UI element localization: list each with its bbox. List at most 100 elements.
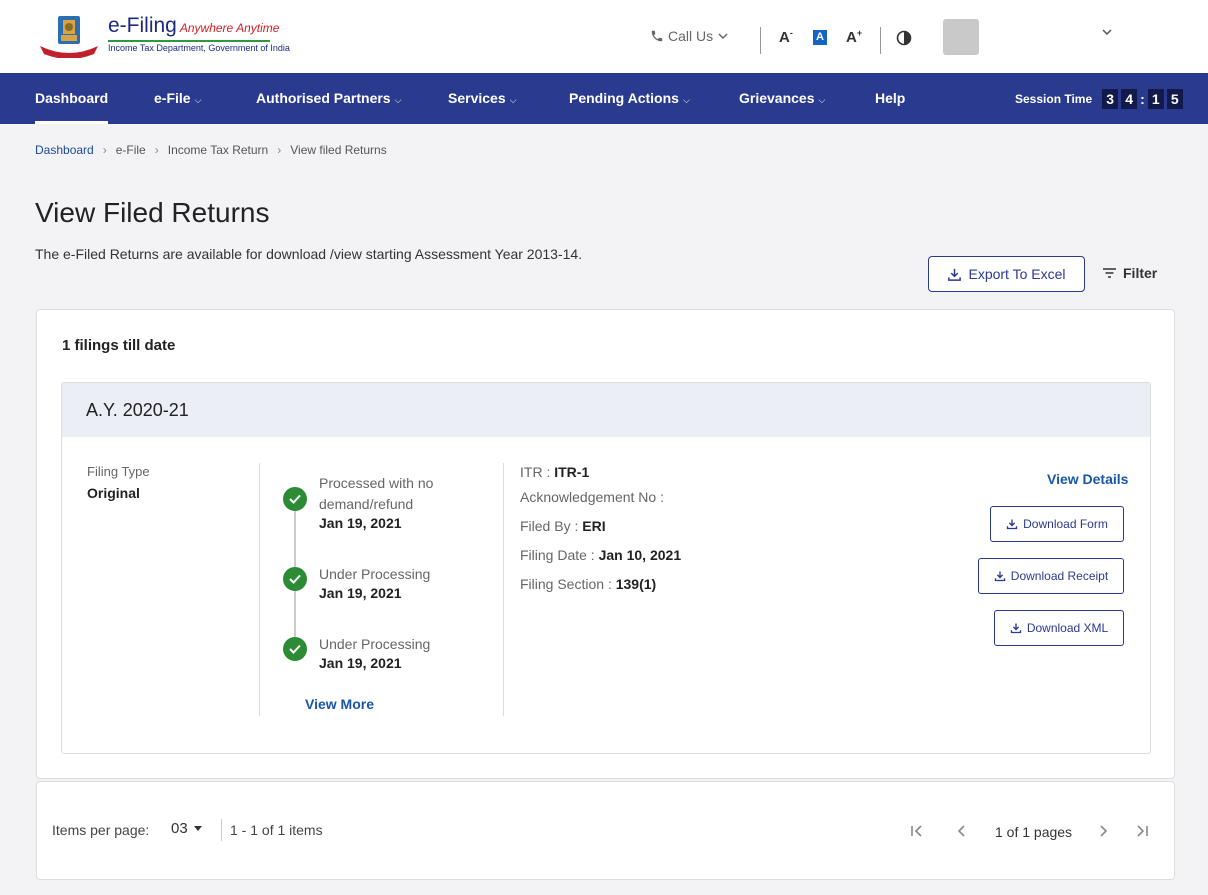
filing-type-value: Original bbox=[87, 485, 140, 501]
last-page-icon[interactable] bbox=[1133, 822, 1151, 840]
filed-by-label: Filed By : bbox=[520, 518, 579, 534]
nav-authorised-partners[interactable]: Authorised Partners ⌵ bbox=[256, 73, 401, 124]
chevron-down-icon[interactable] bbox=[1100, 25, 1114, 39]
department-name: Income Tax Department, Government of Ind… bbox=[108, 43, 290, 53]
nav-authorised-partners-label: Authorised Partners bbox=[256, 90, 391, 106]
download-receipt-button[interactable]: Download Receipt bbox=[978, 558, 1124, 594]
breadcrumb-income-tax-return[interactable]: Income Tax Return bbox=[168, 143, 269, 157]
contrast-icon[interactable] bbox=[896, 30, 912, 46]
download-xml-button[interactable]: Download XML bbox=[994, 610, 1124, 646]
font-increase-label: A bbox=[846, 29, 857, 46]
page-title: View Filed Returns bbox=[35, 197, 270, 228]
download-icon bbox=[1010, 623, 1021, 634]
export-to-excel-button[interactable]: Export To Excel bbox=[928, 256, 1085, 292]
nav-dashboard-label: Dashboard bbox=[35, 90, 109, 106]
nav-grievances-label: Grievances bbox=[739, 90, 815, 106]
filing-section-value: 139(1) bbox=[615, 576, 657, 592]
nav-services-label: Services bbox=[448, 90, 506, 106]
items-per-page-label: Items per page: bbox=[52, 822, 150, 838]
timeline-status: Under Processing bbox=[319, 566, 431, 582]
font-normal-button[interactable]: A bbox=[813, 30, 827, 45]
timeline-date: Jan 19, 2021 bbox=[319, 655, 402, 671]
brand-name: e-Filing Anywhere Anytime bbox=[108, 14, 279, 38]
breadcrumb-dashboard[interactable]: Dashboard bbox=[35, 143, 94, 157]
font-decrease-label: A bbox=[779, 29, 790, 46]
itr-value: ITR-1 bbox=[554, 464, 590, 480]
timeline-status: Under Processing bbox=[319, 636, 431, 652]
nav-help-label: Help bbox=[875, 90, 906, 106]
nav-grievances[interactable]: Grievances ⌵ bbox=[739, 73, 825, 124]
export-label: Export To Excel bbox=[968, 266, 1066, 282]
nav-efile-label: e-File bbox=[154, 90, 191, 106]
first-page-icon[interactable] bbox=[908, 822, 926, 840]
ack-label: Acknowledgement No : bbox=[520, 489, 664, 505]
nav-services[interactable]: Services ⌵ bbox=[448, 73, 516, 124]
nav-efile[interactable]: e-File ⌵ bbox=[154, 73, 201, 124]
breadcrumb-separator: › bbox=[154, 143, 159, 157]
itr-label: ITR : bbox=[520, 464, 551, 480]
avatar[interactable] bbox=[943, 19, 979, 55]
nav-help[interactable]: Help bbox=[875, 73, 905, 124]
filter-icon bbox=[1103, 268, 1116, 278]
filing-section-info: Filing Section : 139(1) bbox=[520, 576, 656, 592]
session-digit: 5 bbox=[1166, 89, 1183, 109]
pages-indicator: 1 of 1 pages bbox=[995, 824, 1073, 840]
filing-header: A.Y. 2020-21 bbox=[62, 383, 1150, 437]
download-receipt-label: Download Receipt bbox=[1010, 569, 1109, 583]
font-normal-label: A bbox=[816, 31, 824, 43]
filing-date-label: Filing Date : bbox=[520, 547, 595, 563]
breadcrumb-efile[interactable]: e-File bbox=[116, 143, 146, 157]
filter-button[interactable]: Filter bbox=[1102, 265, 1157, 281]
logo-rule bbox=[108, 40, 270, 42]
filed-by-info: Filed By : ERI bbox=[520, 518, 606, 534]
download-form-button[interactable]: Download Form bbox=[990, 506, 1124, 542]
next-page-icon[interactable] bbox=[1094, 822, 1112, 840]
breadcrumb-current: View filed Returns bbox=[290, 143, 387, 157]
top-header: e-Filing Anywhere Anytime Income Tax Depa… bbox=[0, 0, 1208, 73]
header-divider bbox=[760, 27, 761, 54]
breadcrumb-separator: › bbox=[102, 143, 107, 157]
previous-page-icon[interactable] bbox=[953, 822, 971, 840]
page-subtitle: The e-Filed Returns are available for do… bbox=[35, 246, 583, 262]
nav-dashboard[interactable]: Dashboard bbox=[35, 73, 109, 124]
brand-tagline: Anywhere Anytime bbox=[179, 21, 280, 35]
chevron-down-icon: ⌵ bbox=[682, 95, 690, 105]
filings-count: 1 filings till date bbox=[62, 337, 176, 354]
assessment-year: A.Y. 2020-21 bbox=[86, 400, 189, 420]
view-details-link[interactable]: View Details bbox=[1047, 471, 1128, 487]
download-xml-label: Download XML bbox=[1026, 621, 1109, 635]
filing-type-label: Filing Type bbox=[87, 464, 150, 479]
header-divider bbox=[880, 27, 881, 54]
download-form-label: Download Form bbox=[1023, 517, 1108, 531]
download-icon bbox=[948, 268, 962, 281]
chevron-down-icon: ⌵ bbox=[194, 95, 202, 105]
emblem-icon bbox=[40, 16, 98, 58]
chevron-down-icon: ⌵ bbox=[394, 95, 402, 105]
nav-pending-actions[interactable]: Pending Actions ⌵ bbox=[569, 73, 690, 124]
items-range: 1 - 1 of 1 items bbox=[230, 822, 323, 838]
session-digit: 1 bbox=[1147, 89, 1164, 109]
call-us-menu[interactable]: Call Us bbox=[650, 28, 729, 44]
filing-item: A.Y. 2020-21 Filing Type Original Proces… bbox=[61, 382, 1151, 754]
download-icon bbox=[1006, 519, 1018, 530]
session-digit: 3 bbox=[1102, 89, 1119, 109]
items-per-page-select[interactable]: 03 bbox=[171, 820, 202, 837]
phone-icon bbox=[651, 30, 663, 42]
brand-text: e-Filing bbox=[108, 14, 177, 37]
filter-label: Filter bbox=[1123, 265, 1158, 281]
view-more-link[interactable]: View More bbox=[305, 696, 374, 712]
filed-by-value: ERI bbox=[582, 518, 606, 534]
timeline-date: Jan 19, 2021 bbox=[319, 585, 402, 601]
breadcrumb-separator: › bbox=[277, 143, 282, 157]
chevron-down-icon: ⌵ bbox=[509, 95, 517, 105]
session-timer: Session Time 3 4 : 1 5 bbox=[1015, 89, 1183, 109]
check-icon bbox=[283, 567, 307, 591]
chevron-down-icon: ⌵ bbox=[818, 95, 826, 105]
items-per-page-value: 03 bbox=[171, 820, 188, 837]
download-icon bbox=[994, 571, 1005, 582]
efiling-logo[interactable]: e-Filing Anywhere Anytime Income Tax Depa… bbox=[36, 12, 290, 60]
font-increase-button[interactable]: A+ bbox=[846, 28, 862, 46]
pagination-bar: Items per page: 03 1 - 1 of 1 items 1 of… bbox=[36, 781, 1175, 880]
check-icon bbox=[283, 637, 307, 661]
font-decrease-button[interactable]: A- bbox=[779, 28, 793, 46]
